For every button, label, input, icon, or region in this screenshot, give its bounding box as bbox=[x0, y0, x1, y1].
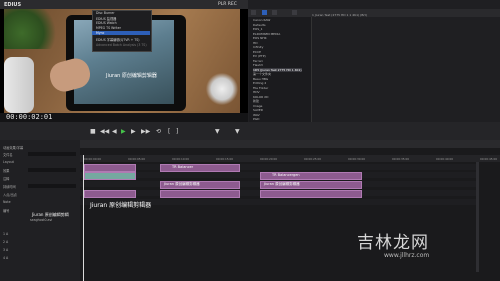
plant-image bbox=[4, 9, 64, 49]
menu-item[interactable]: EDIUS 字幕编辑(QTVR + TS) bbox=[96, 37, 140, 42]
stop-icon[interactable]: ■ bbox=[90, 128, 96, 135]
info-label: 文件名 bbox=[3, 153, 13, 157]
rewind-icon[interactable]: ◀◀ bbox=[100, 128, 109, 135]
app-title: EDIUS bbox=[4, 1, 22, 8]
folder-tree-item[interactable]: EOS_1 bbox=[253, 27, 263, 31]
ruler-tick-label: 00:00:45:00 bbox=[480, 157, 498, 161]
loop-icon[interactable]: ⟲ bbox=[156, 128, 161, 135]
folder-tree-item[interactable]: Image bbox=[253, 104, 262, 108]
folder-tree-item[interactable]: SAVED bbox=[253, 108, 263, 112]
overwrite-icon[interactable]: ▼ bbox=[235, 128, 240, 135]
folder-tree-item[interactable]: KOLOR XD bbox=[253, 95, 269, 99]
track-lane[interactable] bbox=[80, 164, 476, 170]
watermark-text: 吉林龙网 bbox=[357, 233, 429, 253]
folder-tree-item[interactable]: Editing 2 bbox=[253, 81, 266, 85]
folder-tree-item[interactable]: 新建 bbox=[253, 99, 259, 103]
folder-tree-item[interactable]: Infinity bbox=[253, 45, 263, 49]
fast-forward-icon[interactable]: ▶▶ bbox=[141, 128, 150, 135]
ruler-tick-label: 00:00:20:00 bbox=[260, 157, 278, 161]
search-icon[interactable] bbox=[292, 10, 297, 15]
earbuds-image bbox=[204, 69, 240, 109]
timeline-clip[interactable] bbox=[260, 190, 362, 198]
info-field[interactable] bbox=[28, 184, 76, 188]
track-row[interactable]: 4 A bbox=[3, 256, 8, 260]
folder-tree-item[interactable]: Defaults bbox=[253, 23, 266, 27]
folder-tree-item[interactable]: 1D5 (Jiuran Test 2775 HD 1 4K1) bbox=[253, 67, 302, 72]
menu-item-active[interactable]: Mync bbox=[92, 31, 150, 35]
timeline-clip[interactable] bbox=[84, 172, 136, 180]
folder-tree-item[interactable]: HD bbox=[253, 41, 258, 45]
clip-label: TR Balancergen bbox=[272, 173, 300, 177]
folder-tree-item[interactable]: PGD bbox=[253, 117, 259, 121]
step-back-icon[interactable]: ◀ bbox=[112, 128, 117, 135]
info-label: 入点/出点 bbox=[3, 193, 17, 197]
vertical-scrollbar[interactable] bbox=[476, 162, 479, 272]
folder-tree-item[interactable]: HDV bbox=[253, 90, 260, 94]
watermark-url: www.jllhrz.com bbox=[384, 252, 430, 259]
mug-image bbox=[4, 57, 34, 113]
step-forward-icon[interactable]: ▶ bbox=[131, 128, 136, 135]
ruler-tick-label: 00:00:00:00 bbox=[84, 157, 102, 161]
transport-bar bbox=[0, 122, 500, 140]
folder-tree-item[interactable]: 第一个文件夹 bbox=[253, 72, 271, 76]
timeline-clip[interactable] bbox=[160, 190, 240, 198]
info-label: 持续时间 bbox=[3, 185, 16, 189]
folder-tree-item[interactable]: Ferrari bbox=[253, 59, 263, 63]
folder-tree-item[interactable]: Flash3 bbox=[253, 63, 263, 67]
clip-label: TR Balancer bbox=[172, 165, 194, 169]
track-row[interactable]: 2 A bbox=[3, 240, 8, 244]
info-label: 编号 bbox=[3, 209, 10, 213]
info-field[interactable] bbox=[28, 152, 76, 156]
bin-toolbar bbox=[248, 9, 500, 17]
track-row[interactable]: 3 A bbox=[3, 248, 8, 252]
list-icon[interactable] bbox=[272, 10, 277, 15]
timeline-clip[interactable] bbox=[84, 164, 136, 172]
screen-caption: Jiuran 原创编辑剪辑器 bbox=[106, 73, 157, 79]
folder-tree-item[interactable]: File Folder bbox=[253, 86, 268, 90]
folder-tree-item[interactable]: Canon RAW bbox=[253, 18, 270, 22]
ruler-tick-label: 00:00:10:00 bbox=[172, 157, 190, 161]
playhead[interactable] bbox=[83, 155, 84, 281]
info-label: Note bbox=[3, 200, 11, 204]
timecode: 00:00:02:01 bbox=[6, 113, 53, 121]
ruler-tick-label: 00:00:05:00 bbox=[128, 157, 146, 161]
folder-tree-item[interactable]: Beau HBG bbox=[253, 77, 268, 81]
file-name: seaghost0.avi bbox=[30, 218, 53, 222]
ruler-tick-label: 00:00:35:00 bbox=[392, 157, 410, 161]
folder-tree-item[interactable]: EOS NHK bbox=[253, 36, 267, 40]
menu-item[interactable]: Advanced Batch Analysis (3 TS) bbox=[96, 43, 147, 47]
bin-view-icon[interactable] bbox=[262, 10, 267, 15]
track-row[interactable]: 1 A bbox=[3, 232, 8, 236]
info-field[interactable] bbox=[28, 168, 76, 172]
info-label: Layout bbox=[3, 160, 14, 164]
info-label: 动画效果/字幕 bbox=[3, 146, 24, 150]
ruler-tick-label: 00:00:15:00 bbox=[216, 157, 234, 161]
mark-in-icon[interactable]: [ bbox=[168, 128, 170, 135]
info-label: 效果 bbox=[3, 169, 10, 173]
info-label: 注释 bbox=[3, 177, 10, 181]
folder-tree-item[interactable]: ECCE bbox=[253, 50, 261, 54]
timeline-toolbar bbox=[80, 140, 500, 148]
timeline-clip[interactable] bbox=[84, 190, 136, 198]
title-overlay-text: Jiuran 原创编辑剪辑器 bbox=[90, 202, 152, 209]
folder-tree-item[interactable]: ELROMSEN MEDIA bbox=[253, 32, 280, 36]
ruler-tick-label: 00:00:40:00 bbox=[436, 157, 454, 161]
menu-item[interactable]: MPEG TS Writer bbox=[96, 26, 121, 30]
plr-rec-label[interactable]: PLR REC bbox=[218, 2, 237, 7]
play-icon[interactable]: ▶ bbox=[121, 128, 126, 135]
insert-icon[interactable]: ▼ bbox=[215, 128, 220, 135]
menu-item[interactable]: EDIUS Watch bbox=[96, 21, 117, 25]
clip-label: Jiuran 原创编辑剪辑器 bbox=[164, 182, 200, 186]
ruler-tick-label: 00:00:25:00 bbox=[304, 157, 322, 161]
folder-tree-item[interactable]: EV (PTP) bbox=[253, 54, 266, 58]
mark-out-icon[interactable]: ] bbox=[176, 128, 178, 135]
ruler-tick-label: 00:00:30:00 bbox=[348, 157, 366, 161]
folder-tree-item[interactable]: WAV bbox=[253, 113, 260, 117]
clip-label: Jiuran 原创编辑剪辑器 bbox=[264, 182, 300, 186]
folder-icon[interactable] bbox=[251, 10, 256, 15]
menu-item[interactable]: Disc Burner bbox=[96, 11, 115, 15]
clip-info[interactable]: 1 Jiuran Test (2775 HD 1 1 4K1) (Brt) bbox=[312, 13, 367, 17]
